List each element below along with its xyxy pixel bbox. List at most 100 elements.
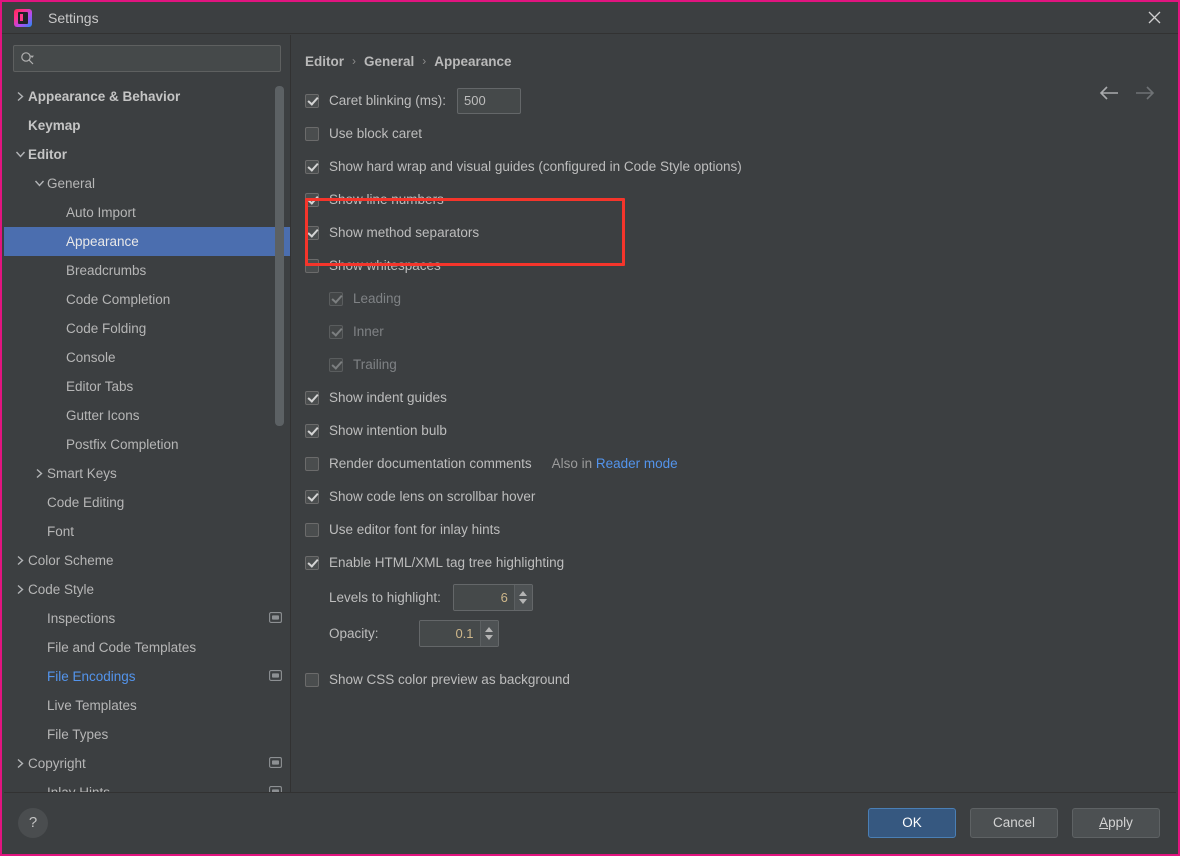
chevron-right-icon[interactable] bbox=[12, 91, 28, 102]
levels-to-highlight-spinner[interactable] bbox=[452, 583, 533, 611]
setting-show-intention-bulb: Show intention bulb bbox=[305, 414, 1176, 447]
sidebar-item-code-folding[interactable]: Code Folding bbox=[4, 314, 290, 343]
caret-blinking-checkbox[interactable] bbox=[305, 93, 319, 108]
sidebar-item-inspections[interactable]: Inspections bbox=[4, 604, 290, 633]
whitespace-inner-label: Inner bbox=[353, 324, 384, 339]
show-whitespaces-label: Show whitespaces bbox=[329, 258, 441, 273]
sidebar-item-keymap[interactable]: Keymap bbox=[4, 111, 290, 140]
sidebar-item-editor-tabs[interactable]: Editor Tabs bbox=[4, 372, 290, 401]
render-doc-comments-checkbox[interactable] bbox=[305, 456, 319, 471]
sidebar-item-font[interactable]: Font bbox=[4, 517, 290, 546]
chevron-right-icon[interactable] bbox=[12, 584, 28, 595]
sidebar-item-label: Breadcrumbs bbox=[66, 263, 147, 278]
sidebar-item-auto-import[interactable]: Auto Import bbox=[4, 198, 290, 227]
sidebar-scrollbar-thumb[interactable] bbox=[275, 86, 284, 426]
setting-enable-tag-tree-highlighting: Enable HTML/XML tag tree highlighting bbox=[305, 546, 1176, 579]
levels-to-highlight-stepper[interactable] bbox=[513, 584, 532, 610]
setting-levels-to-highlight: Levels to highlight: bbox=[305, 579, 1176, 615]
setting-use-block-caret: Use block caret bbox=[305, 117, 1176, 150]
whitespace-leading-checkbox[interactable] bbox=[329, 291, 343, 306]
sidebar-item-smart-keys[interactable]: Smart Keys bbox=[4, 459, 290, 488]
chevron-down-icon[interactable] bbox=[12, 150, 28, 159]
sidebar-item-file-encodings[interactable]: File Encodings bbox=[4, 662, 290, 691]
sidebar-item-general[interactable]: General bbox=[4, 169, 290, 198]
show-line-numbers-checkbox[interactable] bbox=[305, 192, 319, 207]
sidebar-item-code-style[interactable]: Code Style bbox=[4, 575, 290, 604]
search-input[interactable] bbox=[35, 50, 274, 67]
levels-to-highlight-input[interactable] bbox=[453, 584, 514, 610]
sidebar-item-appearance-behavior[interactable]: Appearance & Behavior bbox=[4, 82, 290, 111]
caret-blinking-input[interactable] bbox=[457, 87, 522, 114]
cancel-button[interactable]: Cancel bbox=[970, 807, 1058, 838]
sidebar-item-label: Font bbox=[47, 524, 75, 539]
opacity-stepper[interactable] bbox=[479, 620, 498, 646]
sidebar-item-editor[interactable]: Editor bbox=[4, 140, 290, 169]
sidebar-item-color-scheme[interactable]: Color Scheme bbox=[4, 546, 290, 575]
sidebar-item-file-types[interactable]: File Types bbox=[4, 720, 290, 749]
chevron-down-icon[interactable] bbox=[485, 634, 494, 640]
sidebar-item-postfix-completion[interactable]: Postfix Completion bbox=[4, 430, 290, 459]
sidebar-item-live-templates[interactable]: Live Templates bbox=[4, 691, 290, 720]
dialog-body: Appearance & Behavior Keymap Editor General… bbox=[4, 35, 1176, 792]
arrow-right-icon[interactable] bbox=[1134, 85, 1156, 101]
arrow-left-icon[interactable] bbox=[1098, 85, 1120, 101]
ok-button[interactable]: OK bbox=[868, 807, 956, 838]
whitespace-inner-checkbox[interactable] bbox=[329, 324, 343, 339]
breadcrumb-item-editor[interactable]: Editor bbox=[305, 54, 344, 69]
apply-button[interactable]: Apply bbox=[1072, 807, 1160, 838]
sidebar-item-label: Code Style bbox=[28, 582, 95, 597]
appearance-settings-content: Caret blinking (ms): Use block caret Sho… bbox=[291, 75, 1176, 696]
chevron-up-icon[interactable] bbox=[485, 626, 494, 632]
show-line-numbers-label: Show line numbers bbox=[329, 192, 444, 207]
sidebar-item-label: Inlay Hints bbox=[47, 785, 110, 792]
sidebar-item-inlay-hints[interactable]: Inlay Hints bbox=[4, 778, 290, 792]
show-method-separators-checkbox[interactable] bbox=[305, 225, 319, 240]
sidebar-item-label: Postfix Completion bbox=[66, 437, 179, 452]
chevron-up-icon[interactable] bbox=[519, 590, 528, 596]
chevron-right-icon[interactable] bbox=[12, 555, 28, 566]
whitespace-leading-label: Leading bbox=[353, 291, 402, 306]
show-code-lens-checkbox[interactable] bbox=[305, 489, 319, 504]
show-indent-guides-checkbox[interactable] bbox=[305, 390, 319, 405]
sidebar-item-label: Smart Keys bbox=[47, 466, 117, 481]
setting-render-doc-comments: Render documentation comments Also in Re… bbox=[305, 447, 1176, 480]
show-hard-wrap-checkbox[interactable] bbox=[305, 159, 319, 174]
enable-tag-tree-highlighting-label: Enable HTML/XML tag tree highlighting bbox=[329, 555, 565, 570]
sidebar-item-console[interactable]: Console bbox=[4, 343, 290, 372]
chevron-right-icon[interactable] bbox=[31, 468, 47, 479]
use-editor-font-inlay-checkbox[interactable] bbox=[305, 522, 319, 537]
opacity-input[interactable] bbox=[419, 620, 480, 646]
sidebar-item-file-and-code-templates[interactable]: File and Code Templates bbox=[4, 633, 290, 662]
whitespace-trailing-checkbox[interactable] bbox=[329, 357, 343, 372]
show-intention-bulb-checkbox[interactable] bbox=[305, 423, 319, 438]
sidebar-item-breadcrumbs[interactable]: Breadcrumbs bbox=[4, 256, 290, 285]
opacity-spinner[interactable] bbox=[418, 619, 499, 647]
use-block-caret-checkbox[interactable] bbox=[305, 126, 319, 141]
sidebar-item-label: Keymap bbox=[28, 118, 81, 133]
breadcrumb-item-general[interactable]: General bbox=[364, 54, 414, 69]
chevron-right-icon[interactable] bbox=[12, 758, 28, 769]
show-whitespaces-checkbox[interactable] bbox=[305, 258, 319, 273]
sidebar-item-code-completion[interactable]: Code Completion bbox=[4, 285, 290, 314]
reader-mode-link[interactable]: Reader mode bbox=[596, 456, 678, 471]
sidebar-item-gutter-icons[interactable]: Gutter Icons bbox=[4, 401, 290, 430]
close-icon[interactable] bbox=[1130, 2, 1178, 33]
enable-tag-tree-highlighting-checkbox[interactable] bbox=[305, 555, 319, 570]
sidebar-item-label: Gutter Icons bbox=[66, 408, 140, 423]
sidebar-item-appearance[interactable]: Appearance bbox=[4, 227, 290, 256]
question-mark-icon[interactable]: ? bbox=[18, 807, 48, 838]
sidebar-item-label: Copyright bbox=[28, 756, 86, 771]
show-css-color-preview-checkbox[interactable] bbox=[305, 672, 319, 687]
chevron-down-icon[interactable] bbox=[31, 179, 47, 188]
chevron-down-icon[interactable] bbox=[519, 598, 528, 604]
sidebar-item-label: Code Editing bbox=[47, 495, 125, 510]
intellij-idea-logo-icon bbox=[14, 8, 32, 27]
settings-sidebar: Appearance & Behavior Keymap Editor General… bbox=[4, 35, 291, 792]
sidebar-item-label: Inspections bbox=[47, 611, 116, 626]
settings-tree[interactable]: Appearance & Behavior Keymap Editor General… bbox=[4, 80, 290, 792]
sidebar-item-code-editing[interactable]: Code Editing bbox=[4, 488, 290, 517]
apply-mnemonic: A bbox=[1099, 815, 1109, 830]
search-box[interactable] bbox=[13, 45, 281, 72]
sidebar-item-copyright[interactable]: Copyright bbox=[4, 749, 290, 778]
sidebar-scrollbar-track[interactable] bbox=[275, 80, 287, 792]
